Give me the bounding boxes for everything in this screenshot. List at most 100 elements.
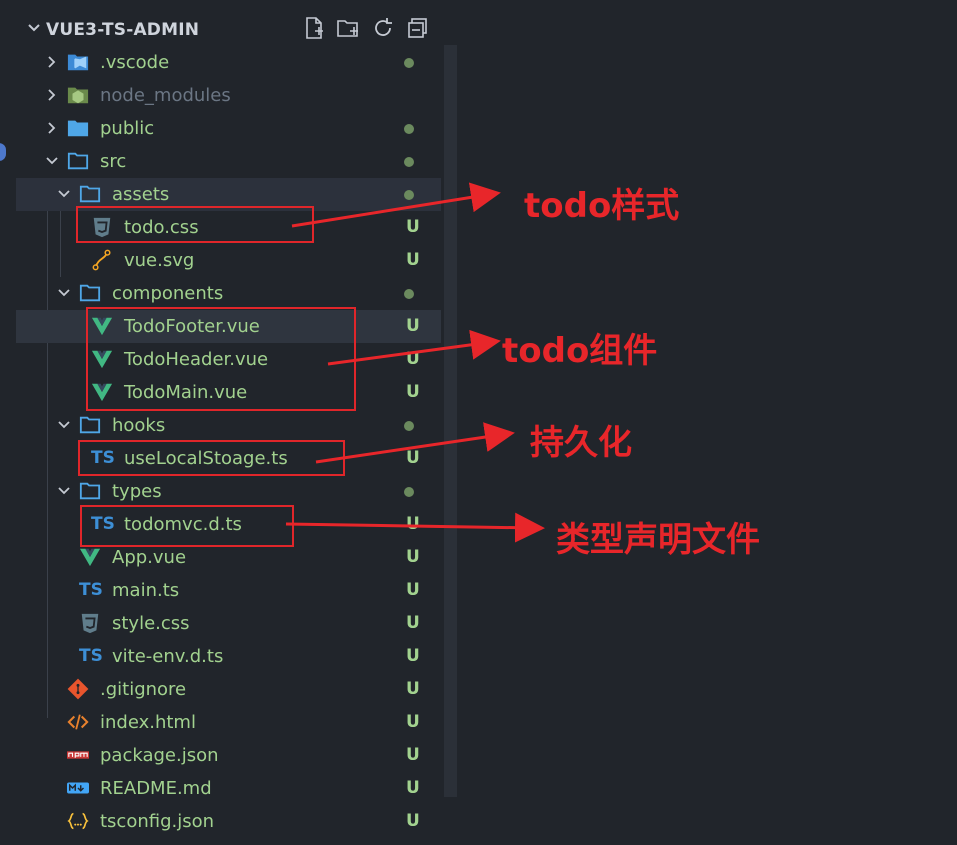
workspace-title: VUE3-TS-ADMIN — [46, 20, 200, 40]
git-file-icon — [67, 678, 89, 700]
tree-item-components[interactable]: components — [16, 277, 441, 310]
json-file-icon — [67, 812, 89, 830]
vscode-folder-icon — [67, 54, 89, 71]
status-dot — [404, 487, 414, 497]
status-dot — [404, 58, 414, 68]
tree-item-label: index.html — [100, 712, 196, 733]
chevron-down-icon[interactable] — [56, 186, 72, 202]
tree-item-label: .vscode — [100, 52, 170, 73]
annotation-components: todo组件 — [502, 331, 658, 371]
chevron-down-icon[interactable] — [56, 285, 72, 301]
untracked-badge: U — [406, 250, 420, 270]
untracked-badge: U — [406, 811, 420, 831]
folder-icon — [67, 120, 89, 137]
chevron-right-icon[interactable] — [44, 87, 60, 103]
untracked-badge: U — [406, 316, 420, 336]
tree-item-vue-svg[interactable]: vue.svg U — [16, 244, 441, 277]
tree-item-label: hooks — [112, 415, 166, 436]
untracked-badge: U — [406, 382, 420, 402]
untracked-badge: U — [406, 745, 420, 765]
explorer-panel: VUE3-TS-ADMIN .vscode node_modules publi… — [16, 0, 457, 845]
chevron-down-icon[interactable] — [56, 417, 72, 433]
svg-file-icon — [92, 249, 111, 271]
tree-item-label: types — [112, 481, 162, 502]
tree-item-types[interactable]: types — [16, 475, 441, 508]
tree-item-node-modules[interactable]: node_modules — [16, 79, 441, 112]
tree-item-label: tsconfig.json — [100, 811, 215, 832]
tree-item-label: README.md — [100, 778, 212, 799]
folder-open-icon — [79, 416, 101, 434]
tree-item-label: main.ts — [112, 580, 180, 601]
node-folder-icon — [67, 87, 89, 104]
highlight-box-hooks — [78, 440, 345, 476]
tree-item-main-ts[interactable]: TS main.ts U — [16, 574, 441, 607]
status-dot — [404, 289, 414, 299]
explorer-header[interactable]: VUE3-TS-ADMIN — [16, 12, 441, 44]
tree-item-label: public — [100, 118, 155, 139]
tree-item-style-css[interactable]: style.css U — [16, 607, 441, 640]
tree-item-label: assets — [112, 184, 170, 205]
scrollbar[interactable] — [444, 45, 457, 797]
tree-item-hooks[interactable]: hooks — [16, 409, 441, 442]
folder-open-icon — [67, 152, 89, 170]
tree-item-vite-env[interactable]: TS vite-env.d.ts U — [16, 640, 441, 673]
annotation-style: todo样式 — [524, 186, 680, 226]
chevron-right-icon[interactable] — [44, 120, 60, 136]
refresh-icon[interactable] — [371, 16, 395, 40]
untracked-badge: U — [406, 712, 420, 732]
tree-item-label: .gitignore — [100, 679, 187, 700]
untracked-badge: U — [406, 679, 420, 699]
tree-item-label: App.vue — [112, 547, 187, 568]
tree-item-src[interactable]: src — [16, 145, 441, 178]
folder-open-icon — [79, 482, 101, 500]
tree-item-package-json[interactable]: package.json U — [16, 739, 441, 772]
ts-file-icon: TS — [79, 580, 103, 600]
tree-item-label: src — [100, 151, 127, 172]
untracked-badge: U — [406, 349, 420, 369]
tree-item-public[interactable]: public — [16, 112, 441, 145]
highlight-box-components — [86, 307, 356, 411]
chevron-right-icon[interactable] — [44, 54, 60, 70]
status-dot — [404, 421, 414, 431]
highlight-box-todo-css — [76, 206, 314, 243]
chevron-down-icon[interactable] — [56, 483, 72, 499]
untracked-badge: U — [406, 778, 420, 798]
tree-item-readme[interactable]: README.md U — [16, 772, 441, 805]
tree-item-gitignore[interactable]: .gitignore U — [16, 673, 441, 706]
untracked-badge: U — [406, 217, 420, 237]
css-file-icon — [81, 613, 99, 634]
untracked-badge: U — [406, 613, 420, 633]
tree-item-label: style.css — [112, 613, 190, 634]
annotation-types: 类型声明文件 — [556, 520, 760, 560]
status-dot — [404, 190, 414, 200]
html-file-icon — [67, 714, 89, 730]
highlight-box-types — [80, 505, 294, 547]
untracked-badge: U — [406, 514, 420, 534]
ts-file-icon: TS — [79, 646, 103, 666]
markdown-file-icon — [67, 782, 89, 794]
collapse-all-icon[interactable] — [406, 16, 430, 40]
tree-item-tsconfig[interactable]: tsconfig.json U — [16, 805, 441, 838]
folder-open-icon — [79, 185, 101, 203]
folder-open-icon — [79, 284, 101, 302]
tree-item-label: package.json — [100, 745, 219, 766]
vue-file-icon — [79, 548, 101, 567]
tree-item-label: vite-env.d.ts — [112, 646, 224, 667]
status-dot — [404, 124, 414, 134]
untracked-badge: U — [406, 580, 420, 600]
untracked-badge: U — [406, 547, 420, 567]
chevron-down-icon[interactable] — [26, 18, 42, 38]
untracked-badge: U — [406, 646, 420, 666]
new-folder-icon[interactable] — [336, 16, 360, 40]
tree-item-label: components — [112, 283, 224, 304]
tree-item-label: vue.svg — [124, 250, 195, 271]
status-dot — [404, 157, 414, 167]
tree-item-index-html[interactable]: index.html U — [16, 706, 441, 739]
annotation-persist: 持久化 — [530, 423, 632, 463]
activity-bar-edge — [0, 0, 16, 845]
tree-item-vscode[interactable]: .vscode — [16, 46, 441, 79]
npm-file-icon — [67, 751, 89, 759]
new-file-icon[interactable] — [302, 16, 326, 40]
untracked-badge: U — [406, 448, 420, 468]
chevron-down-icon[interactable] — [44, 153, 60, 169]
